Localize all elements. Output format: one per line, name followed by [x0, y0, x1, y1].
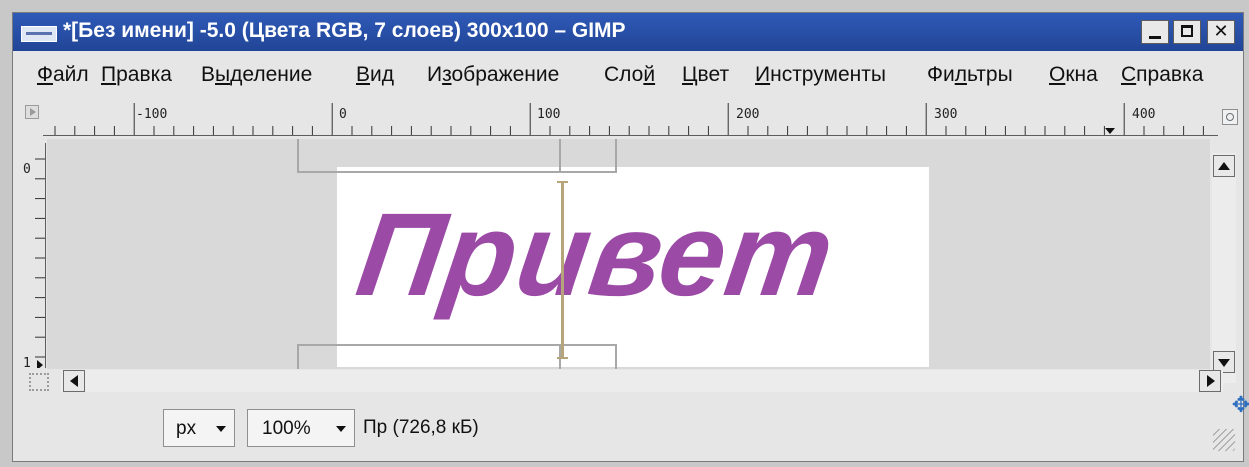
menu-windows[interactable]: Окна [1049, 63, 1098, 87]
menu-select[interactable]: Выделение [201, 63, 312, 87]
menu-bar: Файл Правка Выделение Вид Изображение Сл… [13, 53, 1243, 95]
ruler-label-100: 100 [537, 107, 560, 122]
title-bar[interactable]: *[Без имени] -5.0 (Цвета RGB, 7 слоев) 3… [13, 13, 1243, 51]
resize-grip[interactable] [1213, 429, 1235, 451]
status-message: Пр (726,8 кБ) [363, 417, 479, 438]
maximize-button[interactable] [1173, 20, 1201, 44]
image-menu-button[interactable] [25, 105, 39, 119]
close-button[interactable]: ✕ [1207, 20, 1235, 44]
layer-boundary [559, 139, 617, 173]
zoom-icon[interactable] [1222, 109, 1238, 125]
menu-layer[interactable]: Слой [604, 63, 655, 87]
minimize-button[interactable] [1141, 20, 1169, 44]
vertical-ruler[interactable]: 0 1 [19, 143, 46, 368]
greeting-text-layer[interactable]: Привет [349, 187, 842, 323]
scroll-up-button[interactable] [1213, 155, 1235, 177]
ruler-label-400: 400 [1132, 107, 1155, 122]
close-icon: ✕ [1213, 21, 1229, 42]
ruler-label-v-0: 0 [23, 162, 31, 177]
horizontal-scrollbar[interactable] [61, 370, 1223, 392]
scroll-left-button[interactable] [63, 370, 85, 392]
ruler-label-v-1: 1 [23, 356, 31, 368]
pointer-position-marker-h [1105, 128, 1115, 134]
pointer-position-marker-v [37, 360, 43, 368]
menu-image[interactable]: Изображение [427, 63, 559, 87]
scroll-right-button[interactable] [1199, 370, 1221, 392]
maximize-icon [1181, 25, 1193, 37]
unit-value: px [176, 418, 197, 439]
guide-line[interactable] [557, 181, 568, 359]
ruler-label-0: 0 [339, 107, 347, 122]
gimp-image-window: *[Без имени] -5.0 (Цвета RGB, 7 слоев) 3… [12, 12, 1249, 462]
menu-view[interactable]: Вид [356, 63, 394, 87]
ruler-label-200: 200 [736, 107, 759, 122]
status-bar: px 100% Пр (726,8 кБ) [13, 399, 1243, 461]
arrow-up-icon [1218, 162, 1230, 170]
ruler-label-minus-100: -100 [136, 107, 167, 122]
ruler-label-300: 300 [934, 107, 957, 122]
unit-selector[interactable]: px [163, 409, 235, 447]
horizontal-ruler-ticks [54, 103, 1204, 135]
gimp-app-icon[interactable] [21, 26, 57, 42]
arrow-right-icon [1207, 375, 1215, 387]
menu-tools[interactable]: Инструменты [755, 63, 886, 87]
image-canvas[interactable]: Привет [47, 139, 1210, 369]
chevron-down-icon [336, 426, 346, 432]
quick-mask-toggle[interactable] [29, 373, 49, 391]
menu-help[interactable]: Справка [1121, 63, 1203, 87]
chevron-down-icon [216, 426, 226, 432]
zoom-value: 100% [262, 418, 311, 439]
arrow-down-icon [1218, 359, 1230, 367]
vertical-scrollbar[interactable] [1212, 153, 1236, 383]
horizontal-ruler[interactable]: -100 0 100 200 300 400 [43, 101, 1218, 136]
vertical-ruler-ticks [35, 158, 45, 358]
menu-filters[interactable]: Фильтры [927, 63, 1013, 87]
zoom-selector[interactable]: 100% [247, 409, 355, 447]
window-title: *[Без имени] -5.0 (Цвета RGB, 7 слоев) 3… [63, 19, 626, 42]
menu-colors[interactable]: Цвет [682, 63, 729, 87]
arrow-left-icon [70, 375, 78, 387]
menu-edit[interactable]: Правка [101, 63, 172, 87]
minimize-icon [1149, 36, 1161, 39]
menu-file[interactable]: Файл [37, 63, 89, 87]
